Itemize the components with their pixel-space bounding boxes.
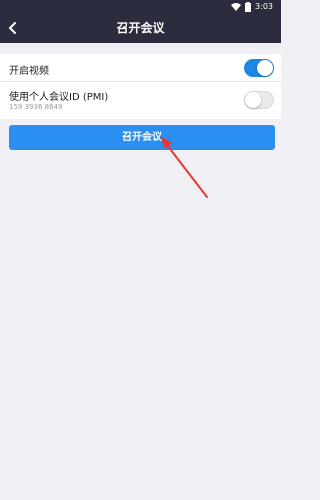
status-time: 3:03 [255, 2, 273, 11]
video-setting-label: 开启视频 [9, 66, 49, 77]
pmi-id-text: 159 3936 8649 [9, 103, 63, 111]
status-bar: 3:03 [0, 0, 281, 14]
settings-card: 开启视频 使用个人会议ID (PMI) 159 3936 8649 [0, 54, 281, 119]
page-title: 召开会议 [116, 21, 165, 35]
pmi-setting-row: 使用个人会议ID (PMI) 159 3936 8649 [0, 82, 281, 119]
pmi-toggle[interactable] [244, 91, 274, 109]
pmi-setting-label: 使用个人会议ID (PMI) [9, 92, 109, 103]
start-meeting-button[interactable]: 召开会议 [9, 125, 275, 150]
back-button[interactable] [3, 18, 23, 38]
video-toggle-knob [257, 60, 273, 76]
battery-icon [245, 2, 252, 12]
pmi-toggle-knob [245, 92, 261, 108]
video-toggle[interactable] [244, 59, 274, 77]
wifi-icon [231, 3, 242, 11]
video-setting-row: 开启视频 [0, 54, 281, 82]
app-bar: 召开会议 [0, 14, 281, 43]
chevron-left-icon [9, 22, 16, 34]
